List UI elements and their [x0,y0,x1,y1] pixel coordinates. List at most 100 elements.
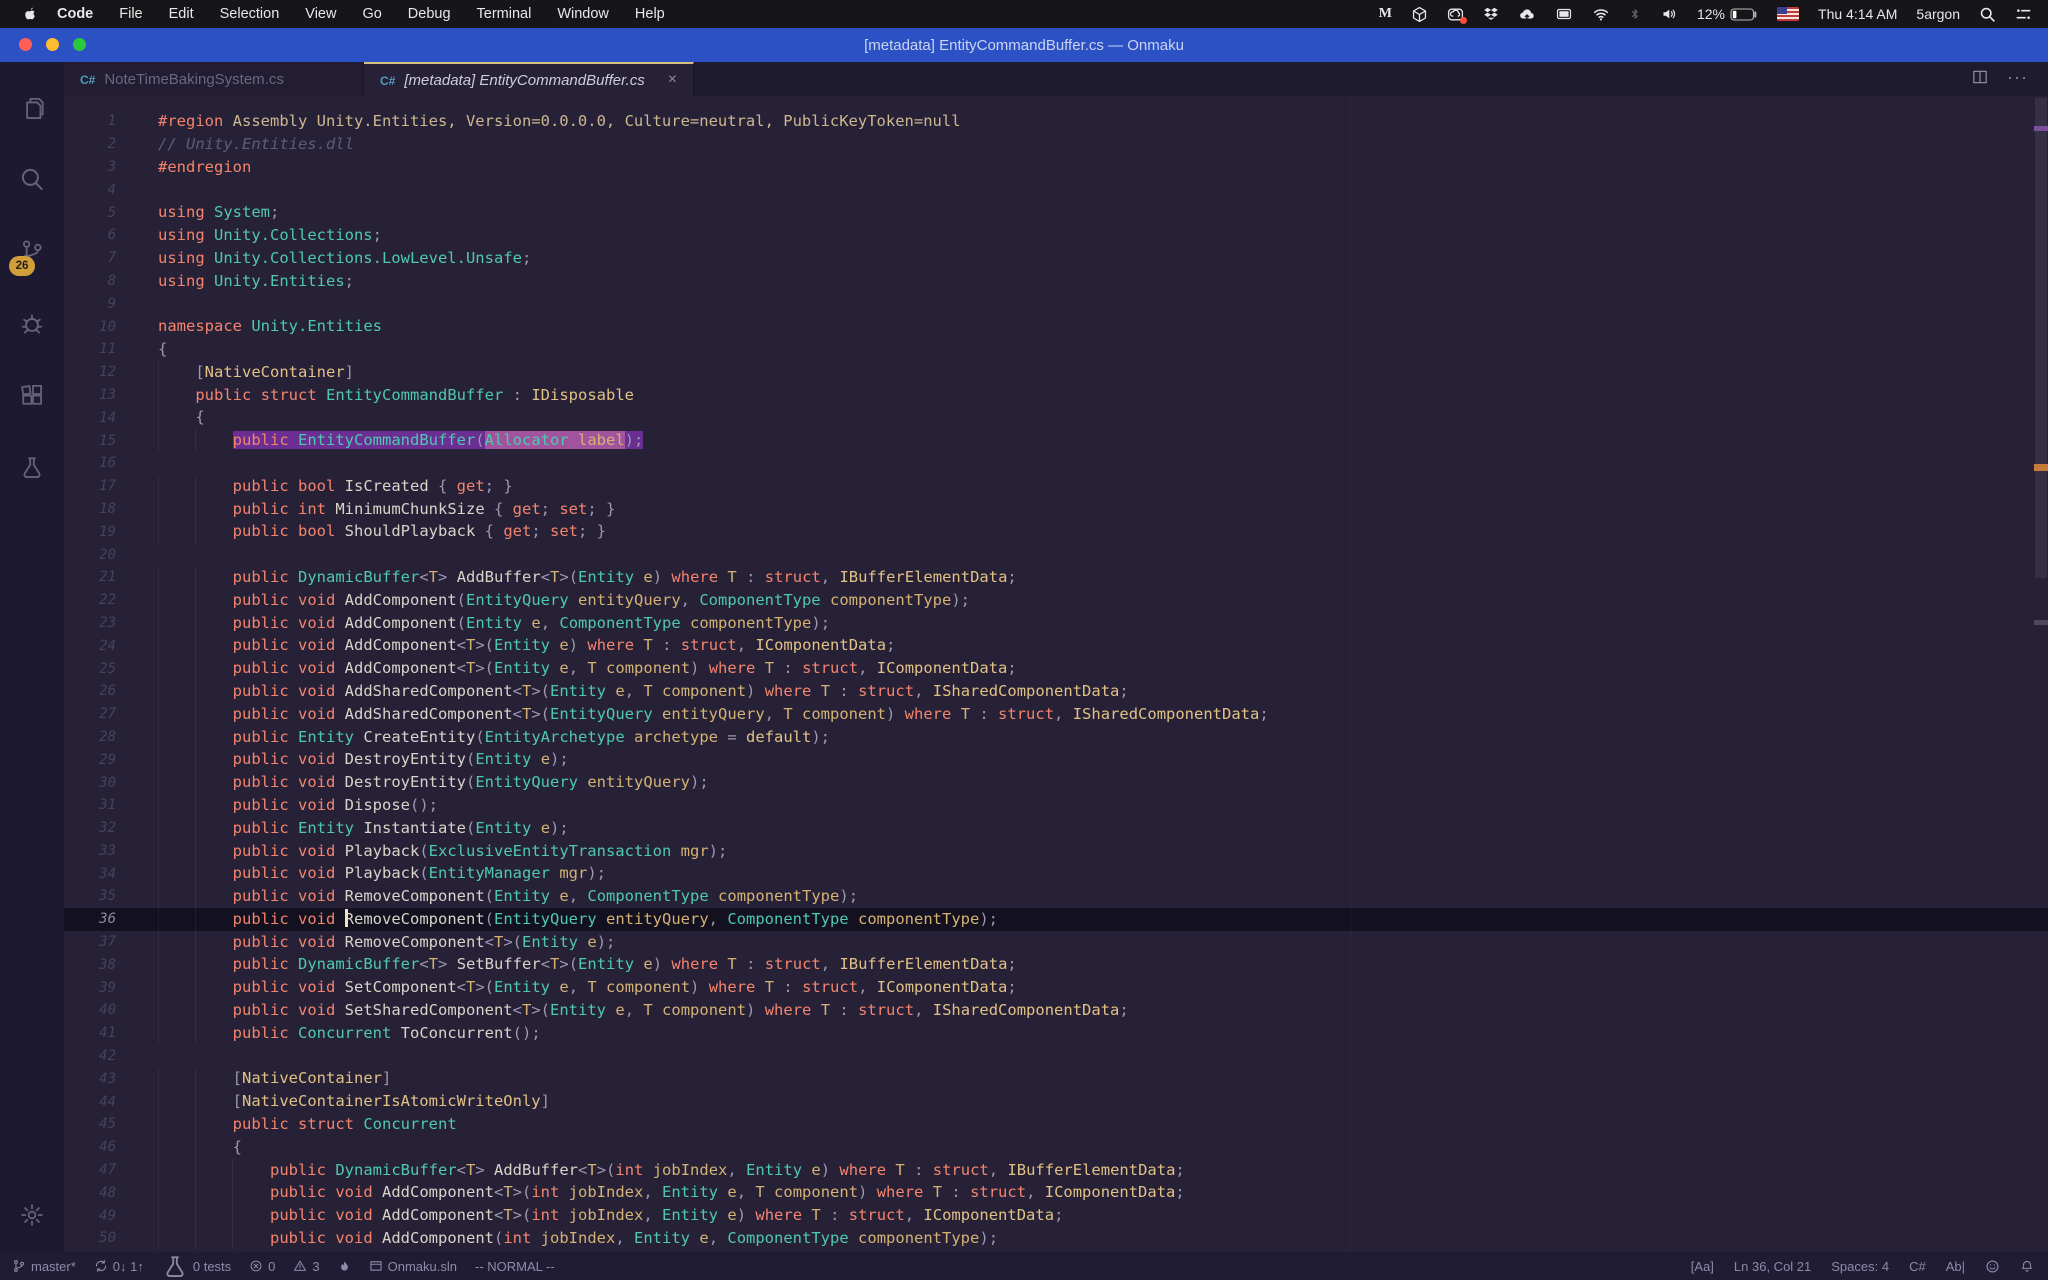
code-line-21[interactable]: 21 public DynamicBuffer<T> AddBuffer<T>(… [64,565,2048,589]
code-line-12[interactable]: 12 [NativeContainer] [64,360,2048,384]
cloud-upload-icon[interactable] [1518,6,1536,22]
tab-entitycommandbuffer[interactable]: C# [metadata] EntityCommandBuffer.cs × [364,62,695,96]
test-status[interactable]: 0 tests [162,1253,231,1279]
spotlight-icon[interactable] [1979,6,1996,23]
cursor-position[interactable]: Ln 36, Col 21 [1734,1259,1811,1274]
code-line-6[interactable]: 6 using Unity.Collections; [64,224,2048,247]
menu-item-debug[interactable]: Debug [395,6,464,22]
code-line-27[interactable]: 27 public void AddSharedComponent<T>(Ent… [64,702,2048,726]
code-line-5[interactable]: 5 using System; [64,201,2048,224]
solution-name[interactable]: Onmaku.sln [369,1259,457,1274]
abl-indicator[interactable]: Ab| [1946,1259,1965,1274]
code-line-3[interactable]: 3 #endregion [64,156,2048,179]
menu-item-code[interactable]: Code [44,6,106,22]
code-line-19[interactable]: 19 public bool ShouldPlayback { get; set… [64,520,2048,544]
search-icon[interactable] [11,158,53,200]
code-line-15[interactable]: 15 public EntityCommandBuffer(Allocator … [64,429,2048,452]
close-window-button[interactable] [19,38,32,51]
code-line-20[interactable]: 20 [64,543,2048,566]
code-line-11[interactable]: 11 { [64,338,2048,361]
match-case-indicator[interactable]: [Aa] [1691,1259,1714,1274]
code-line-16[interactable]: 16 [64,452,2048,475]
code-line-28[interactable]: 28 public Entity CreateEntity(EntityArch… [64,725,2048,749]
code-editor[interactable]: 1 #region Assembly Unity.Entities, Versio… [64,96,2048,1252]
beaker-icon[interactable] [11,446,53,488]
code-line-1[interactable]: 1 #region Assembly Unity.Entities, Versio… [64,110,2048,133]
code-line-32[interactable]: 32 public Entity Instantiate(Entity e); [64,816,2048,840]
display-icon[interactable] [1555,6,1573,22]
code-line-22[interactable]: 22 public void AddComponent(EntityQuery … [64,588,2048,612]
ellipsis-icon[interactable]: ··· [2007,68,2028,88]
code-line-24[interactable]: 24 public void AddComponent<T>(Entity e)… [64,634,2048,658]
extensions-icon[interactable] [11,374,53,416]
code-line-9[interactable]: 9 [64,292,2048,315]
feedback-smiley[interactable] [1985,1259,2000,1274]
creative-cloud-icon[interactable] [1447,6,1467,24]
menu-item-window[interactable]: Window [544,6,622,22]
vim-mode[interactable]: -- NORMAL -- [475,1259,555,1274]
code-line-29[interactable]: 29 public void DestroyEntity(Entity e); [64,748,2048,772]
code-line-8[interactable]: 8 using Unity.Entities; [64,270,2048,293]
code-line-50[interactable]: 50 public void AddComponent(int jobIndex… [64,1227,2048,1250]
code-line-7[interactable]: 7 using Unity.Collections.LowLevel.Unsafe… [64,247,2048,270]
scrollbar-thumb[interactable] [2035,98,2047,578]
code-line-31[interactable]: 31 public void Dispose(); [64,793,2048,817]
files-icon[interactable] [11,86,53,128]
code-line-35[interactable]: 35 public void RemoveComponent(Entity e,… [64,885,2048,908]
bluetooth-icon[interactable] [1629,6,1641,22]
unity-icon[interactable] [1411,6,1428,23]
code-line-30[interactable]: 30 public void DestroyEntity(EntityQuery… [64,771,2048,794]
language-mode[interactable]: C# [1909,1259,1926,1274]
code-line-45[interactable]: 45 public struct Concurrent [64,1113,2048,1136]
code-line-46[interactable]: 46 { [64,1135,2048,1159]
code-line-34[interactable]: 34 public void Playback(EntityManager mg… [64,862,2048,886]
code-line-37[interactable]: 37 public void RemoveComponent<T>(Entity… [64,930,2048,954]
code-line-48[interactable]: 48 public void AddComponent<T>(int jobIn… [64,1181,2048,1205]
code-line-10[interactable]: 10 namespace Unity.Entities [64,315,2048,338]
code-line-36[interactable]: 36 public void RemoveComponent(EntityQue… [64,907,2048,931]
minimize-window-button[interactable] [46,38,59,51]
code-line-41[interactable]: 41 public Concurrent ToConcurrent(); [64,1021,2048,1045]
menu-clock[interactable]: Thu 4:14 AM [1818,6,1897,22]
editor-scrollbar[interactable] [2034,96,2048,1252]
user-menu[interactable]: 5argon [1916,6,1960,22]
sync-status[interactable]: 0↓ 1↑ [94,1259,144,1274]
code-line-43[interactable]: 43 [NativeContainer] [64,1067,2048,1091]
menu-item-go[interactable]: Go [349,6,394,22]
input-language-flag[interactable] [1777,7,1800,21]
code-line-40[interactable]: 40 public void SetSharedComponent<T>(Ent… [64,999,2048,1022]
code-line-14[interactable]: 14 { [64,406,2048,430]
code-line-39[interactable]: 39 public void SetComponent<T>(Entity e,… [64,976,2048,1000]
code-line-49[interactable]: 49 public void AddComponent<T>(int jobIn… [64,1204,2048,1228]
git-branch[interactable]: master* [12,1259,76,1274]
source-control-icon[interactable]: 26 [9,230,53,276]
battery-indicator[interactable]: 12% [1697,6,1758,22]
code-line-13[interactable]: 13 public struct EntityCommandBuffer : I… [64,383,2048,407]
code-line-44[interactable]: 44 [NativeContainerIsAtomicWriteOnly] [64,1090,2048,1114]
code-line-42[interactable]: 42 [64,1045,2048,1068]
menu-item-selection[interactable]: Selection [207,6,293,22]
flame-indicator[interactable] [338,1259,351,1274]
menu-item-file[interactable]: File [106,6,155,22]
code-line-23[interactable]: 23 public void AddComponent(Entity e, Co… [64,611,2048,635]
wifi-icon[interactable] [1592,6,1610,22]
debug-icon[interactable] [11,302,53,344]
volume-icon[interactable] [1660,6,1678,22]
code-line-2[interactable]: 2 // Unity.Entities.dll [64,133,2048,156]
zoom-window-button[interactable] [73,38,86,51]
apple-icon[interactable] [14,6,44,23]
gear-icon[interactable] [11,1194,53,1236]
m-logo-icon[interactable]: M [1379,6,1392,22]
warning-count[interactable]: 3 [293,1259,320,1274]
code-line-33[interactable]: 33 public void Playback(ExclusiveEntityT… [64,839,2048,863]
split-editor-icon[interactable] [1971,68,1989,91]
menu-item-terminal[interactable]: Terminal [464,6,545,22]
tab-close-icon[interactable]: × [668,72,677,88]
menu-item-help[interactable]: Help [622,6,678,22]
code-line-17[interactable]: 17 public bool IsCreated { get; } [64,474,2048,498]
code-line-47[interactable]: 47 public DynamicBuffer<T> AddBuffer<T>(… [64,1158,2048,1182]
code-line-38[interactable]: 38 public DynamicBuffer<T> SetBuffer<T>(… [64,953,2048,977]
error-count[interactable]: 0 [249,1259,275,1274]
notifications-bell[interactable] [2020,1259,2034,1274]
menu-item-view[interactable]: View [292,6,349,22]
